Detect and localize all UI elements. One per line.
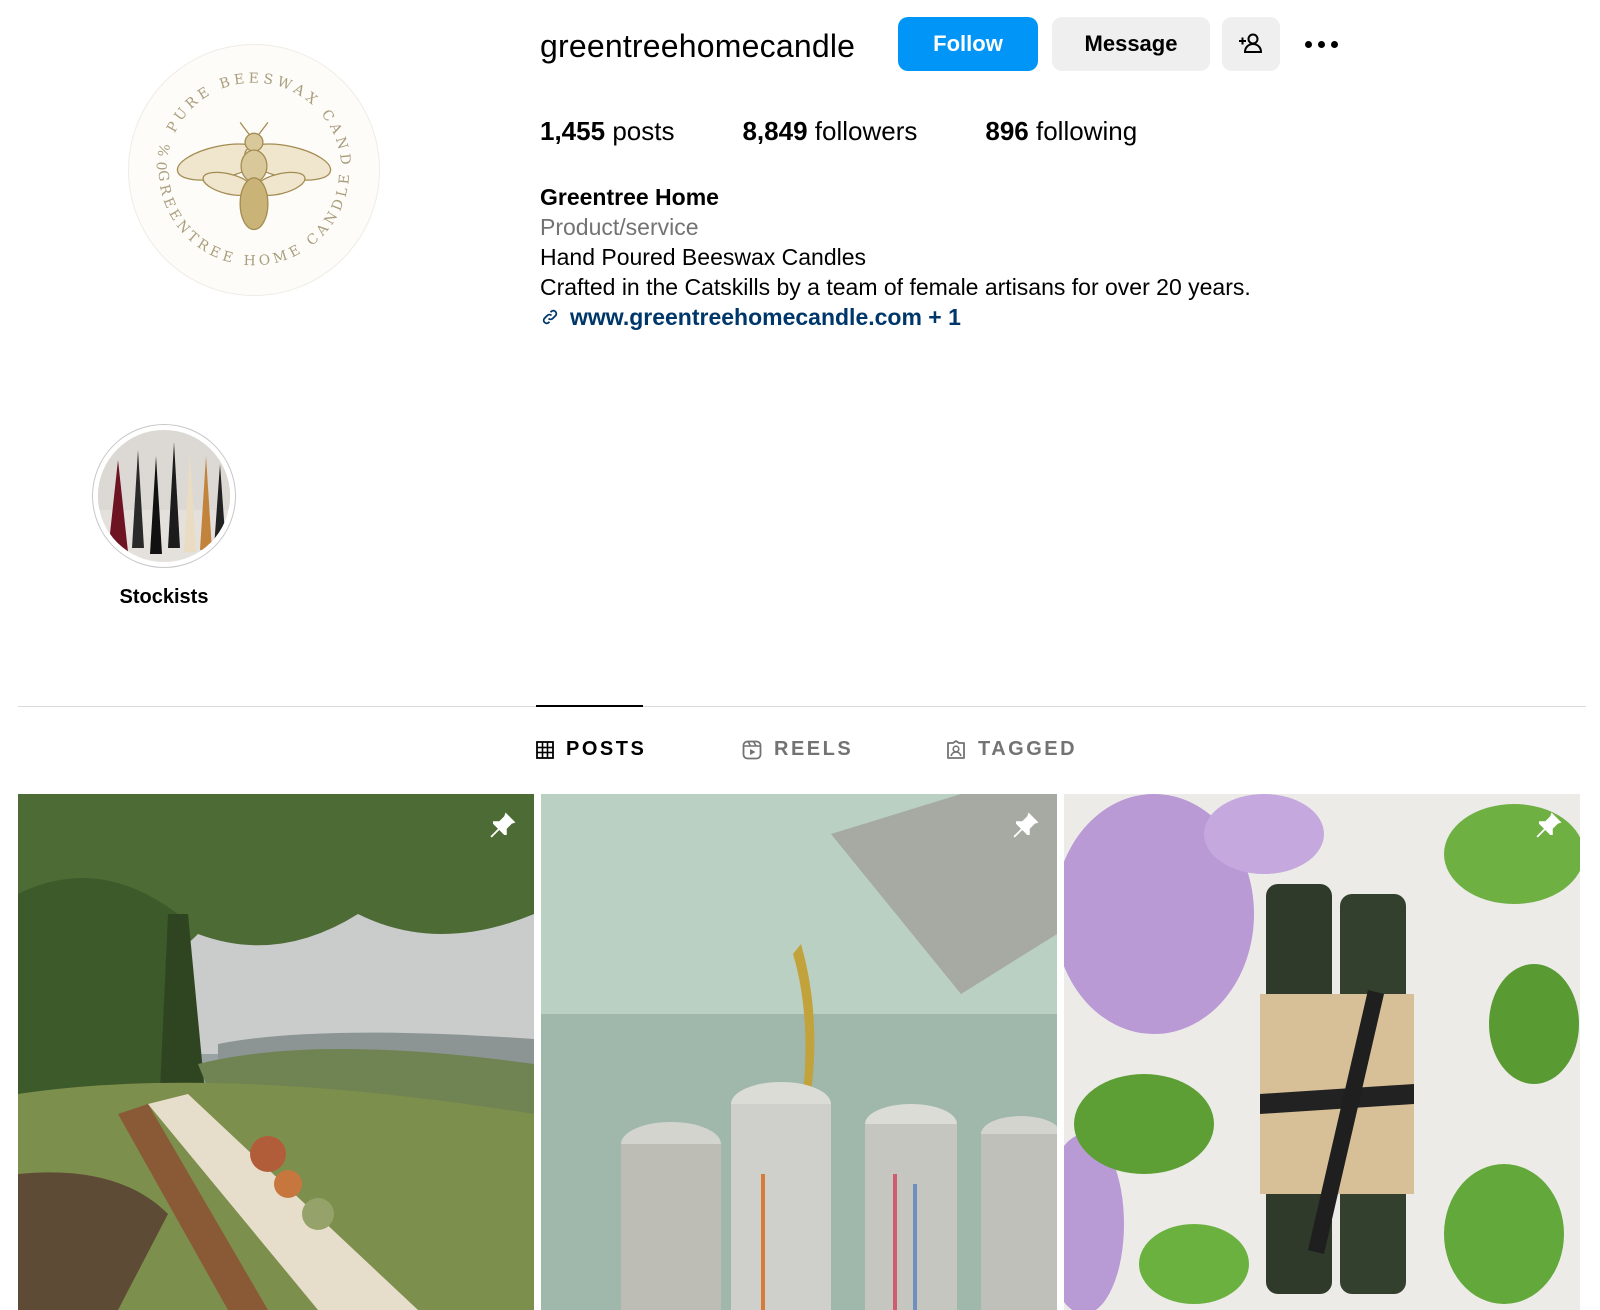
highlight-label: Stockists [119,586,209,608]
more-options-icon[interactable] [1296,26,1346,62]
post-image-green-candles-lilacs [1064,794,1580,1310]
profile-avatar[interactable]: 100% PURE BEESWAX CANDLE GREENTREE HOME … [122,33,380,296]
profile-stats: 1,455 posts 8,849 followers 896 followin… [540,114,1205,148]
story-highlight[interactable] [92,424,236,568]
profile-bio: Greentree Home Product/service Hand Pour… [540,182,1251,332]
post-tile[interactable] [541,794,1057,1310]
post-tile[interactable] [18,794,534,1310]
reels-icon [742,740,762,759]
tagged-icon [947,739,965,759]
profile-link[interactable]: www.greentreehomecandle.com + 1 [540,302,1251,332]
pinned-icon [490,812,516,838]
follow-button[interactable]: Follow [898,17,1038,71]
tab-tagged[interactable]: TAGGED [946,738,1077,761]
link-icon [542,309,558,325]
bee-logo-icon: 100% PURE BEESWAX CANDLE GREENTREE HOME … [122,33,350,269]
followers-count[interactable]: 8,849 followers [742,114,917,148]
bio-line: Hand Poured Beeswax Candles [540,244,867,270]
highlight-candles-image [98,430,230,562]
add-user-button[interactable] [1222,17,1280,71]
pinned-icon [1536,812,1562,838]
pinned-icon [1013,812,1039,838]
profile-username: greentreehomecandle [540,28,856,64]
tab-posts[interactable]: POSTS [536,738,646,761]
bio-line: Crafted in the Catskills by a team of fe… [540,274,1251,300]
post-image-outdoor-table [18,794,534,1310]
message-button[interactable]: Message [1052,17,1210,71]
post-image-wax-pouring [541,794,1057,1310]
active-tab-indicator [536,705,643,707]
profile-category: Product/service [540,214,699,240]
add-person-icon [1239,33,1263,53]
post-tile[interactable] [1064,794,1580,1310]
profile-display-name: Greentree Home [540,184,719,210]
grid-icon [536,740,554,759]
following-count[interactable]: 896 following [985,114,1137,148]
tabs-divider [18,706,1586,707]
tab-reels[interactable]: REELS [742,738,853,761]
posts-count: 1,455 posts [540,116,675,146]
